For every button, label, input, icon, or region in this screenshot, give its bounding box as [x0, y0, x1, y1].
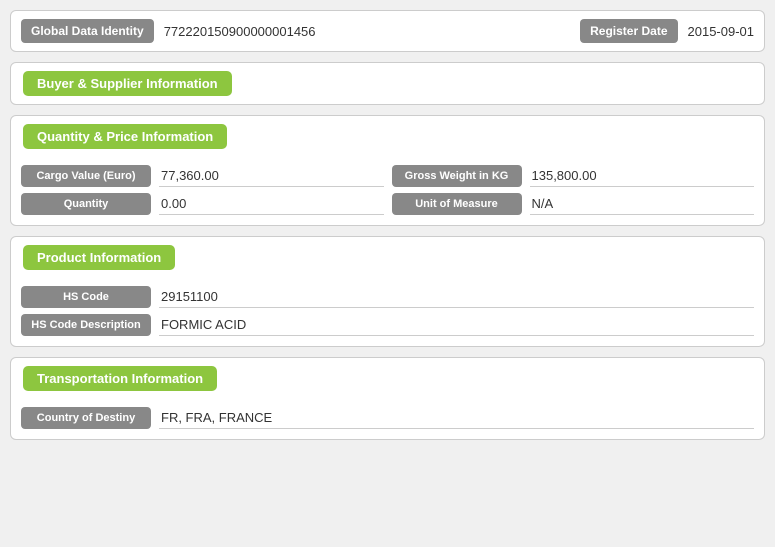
buyer-supplier-title: Buyer & Supplier Information — [23, 71, 232, 96]
product-section: Product Information HS Code 29151100 HS … — [10, 236, 765, 347]
cargo-value-value: 77,360.00 — [159, 165, 384, 187]
gross-weight-label: Gross Weight in KG — [392, 165, 522, 187]
quantity-group: Quantity 0.00 — [21, 193, 384, 215]
hs-code-value: 29151100 — [159, 286, 754, 308]
hs-code-desc-label: HS Code Description — [21, 314, 151, 336]
quantity-value: 0.00 — [159, 193, 384, 215]
quantity-price-header: Quantity & Price Information — [11, 116, 764, 157]
quantity-uom-row: Quantity 0.00 Unit of Measure N/A — [21, 193, 754, 215]
country-destiny-row: Country of Destiny FR, FRA, FRANCE — [21, 407, 754, 429]
register-date-value: 2015-09-01 — [688, 24, 755, 39]
transportation-section: Transportation Information Country of De… — [10, 357, 765, 440]
uom-label: Unit of Measure — [392, 193, 522, 215]
quantity-price-section: Quantity & Price Information Cargo Value… — [10, 115, 765, 226]
gross-weight-group: Gross Weight in KG 135,800.00 — [392, 165, 755, 187]
hs-code-label: HS Code — [21, 286, 151, 308]
hs-code-desc-value: FORMIC ACID — [159, 314, 754, 336]
product-title: Product Information — [23, 245, 175, 270]
gdi-value: 772220150900000001456 — [164, 24, 570, 39]
quantity-price-fields: Cargo Value (Euro) 77,360.00 Gross Weigh… — [11, 157, 764, 225]
cargo-value-group: Cargo Value (Euro) 77,360.00 — [21, 165, 384, 187]
hs-code-row: HS Code 29151100 — [21, 286, 754, 308]
transportation-title: Transportation Information — [23, 366, 217, 391]
uom-group: Unit of Measure N/A — [392, 193, 755, 215]
gdi-label: Global Data Identity — [21, 19, 154, 43]
buyer-supplier-section: Buyer & Supplier Information — [10, 62, 765, 105]
register-date-label: Register Date — [580, 19, 677, 43]
hs-code-desc-row: HS Code Description FORMIC ACID — [21, 314, 754, 336]
country-destiny-value: FR, FRA, FRANCE — [159, 407, 754, 429]
uom-value: N/A — [530, 193, 755, 215]
transportation-fields: Country of Destiny FR, FRA, FRANCE — [11, 399, 764, 439]
transportation-header: Transportation Information — [11, 358, 764, 399]
header-row: Global Data Identity 7722201509000000014… — [10, 10, 765, 52]
product-fields: HS Code 29151100 HS Code Description FOR… — [11, 278, 764, 346]
country-destiny-label: Country of Destiny — [21, 407, 151, 429]
gross-weight-value: 135,800.00 — [530, 165, 755, 187]
quantity-price-title: Quantity & Price Information — [23, 124, 227, 149]
buyer-supplier-header: Buyer & Supplier Information — [11, 63, 764, 104]
cargo-value-label: Cargo Value (Euro) — [21, 165, 151, 187]
quantity-label: Quantity — [21, 193, 151, 215]
product-header: Product Information — [11, 237, 764, 278]
page-container: Global Data Identity 7722201509000000014… — [10, 10, 765, 440]
cargo-gross-row: Cargo Value (Euro) 77,360.00 Gross Weigh… — [21, 165, 754, 187]
